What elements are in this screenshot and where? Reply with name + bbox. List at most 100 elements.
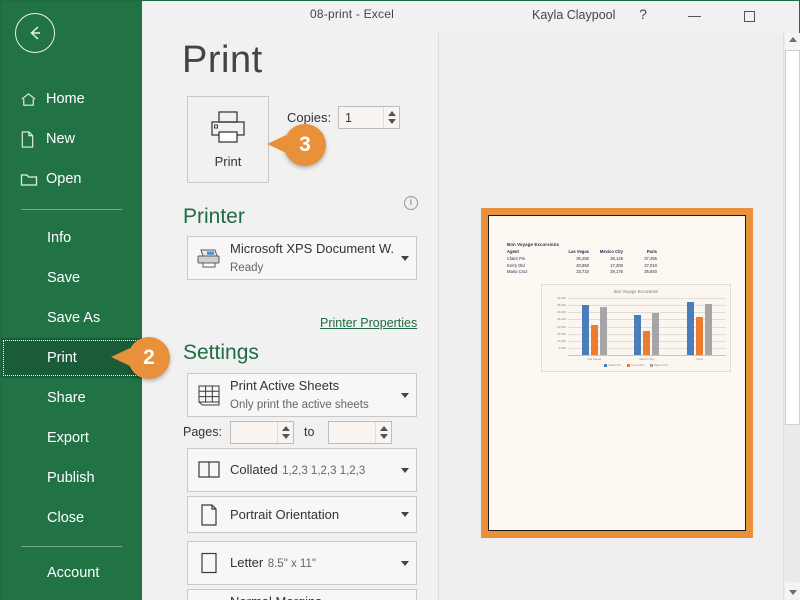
chevron-down-icon[interactable] <box>394 467 416 473</box>
preview-page-sheet: Bon Voyage Excursions Agent Las Vegas Me… <box>488 215 746 531</box>
chart-bar <box>652 313 660 355</box>
scroll-down-icon <box>788 590 797 595</box>
chart-bar-group: Las Vegas <box>571 298 617 361</box>
collation-select[interactable]: Collated 1,2,3 1,2,3 1,2,3 <box>187 448 417 492</box>
print-range-title: Print Active Sheets <box>230 378 340 393</box>
paper-size-select[interactable]: Letter 8.5" x 11" <box>187 541 417 585</box>
preview-page[interactable]: Bon Voyage Excursions Agent Las Vegas Me… <box>481 208 753 538</box>
chevron-down-icon[interactable] <box>394 392 416 398</box>
print-button-label: Print <box>214 154 242 169</box>
window-scrollbar-thumb[interactable] <box>785 50 800 425</box>
printer-select[interactable]: Microsoft XPS Document W... Ready <box>187 236 417 280</box>
pages-from-spin-arrows[interactable] <box>277 422 293 443</box>
callout-number: 3 <box>299 133 311 156</box>
printer-properties-link[interactable]: Printer Properties <box>320 316 417 330</box>
preview-worksheet-content: Bon Voyage Excursions Agent Las Vegas Me… <box>507 242 745 275</box>
chart-y-tick-label: 10,000 <box>557 338 566 343</box>
cell-agent: Mario Cruz <box>507 269 528 275</box>
collation-text: Collated 1,2,3 1,2,3 1,2,3 <box>230 461 394 479</box>
back-button[interactable] <box>15 13 55 53</box>
maximize-button[interactable] <box>727 1 772 31</box>
chart-plot-area: 40,000 35,000 30,000 25,000 20,000 15,000 10,0… <box>557 296 726 361</box>
pages-from-stepper[interactable] <box>230 421 294 444</box>
sidebar-item-new[interactable]: New <box>1 119 142 159</box>
collate-icon <box>188 459 230 481</box>
cell-value: 33,710 <box>576 269 589 275</box>
chart-y-tick-label: 15,000 <box>557 331 566 336</box>
sidebar-item-publish[interactable]: Publish <box>1 458 142 498</box>
print-button[interactable]: Print <box>187 96 269 183</box>
copies-input[interactable] <box>339 107 383 128</box>
chevron-down-icon[interactable] <box>394 560 416 566</box>
collation-title: Collated <box>230 462 278 477</box>
account-user-name[interactable]: Kayla Claypool <box>532 8 615 22</box>
sidebar-item-label: Publish <box>47 470 95 486</box>
printer-icon <box>211 111 245 143</box>
preview-sheet-title: Bon Voyage Excursions <box>507 242 560 247</box>
copies-stepper[interactable] <box>338 106 400 129</box>
copies-spin-arrows[interactable] <box>383 107 399 128</box>
pages-to-spin-arrows[interactable] <box>375 422 391 443</box>
help-icon[interactable]: ? <box>634 6 652 22</box>
window-scrollbar[interactable] <box>783 33 800 599</box>
paper-size-icon <box>188 551 230 575</box>
table-row: Kerry Old 20,850 17,200 27,010 <box>507 262 657 269</box>
printer-name: Microsoft XPS Document W... <box>230 241 394 256</box>
chart-bar <box>643 330 651 355</box>
callout-badge-3: 3 <box>267 124 326 166</box>
orientation-title: Portrait Orientation <box>230 506 340 522</box>
sidebar-divider-top <box>21 209 122 210</box>
printer-info-icon[interactable]: i <box>404 196 418 210</box>
minimize-button[interactable] <box>672 1 717 31</box>
chart-y-tick-label: 5,000 <box>558 345 566 350</box>
close-button[interactable] <box>782 1 800 31</box>
home-icon <box>20 91 46 108</box>
sidebar-item-label: Save As <box>47 310 101 326</box>
chevron-down-icon[interactable] <box>394 255 416 261</box>
window-scroll-down-button[interactable] <box>785 582 800 599</box>
orientation-select[interactable]: Portrait Orientation <box>187 496 417 533</box>
chart-y-tick-label: 30,000 <box>557 310 566 315</box>
new-document-icon <box>20 130 46 148</box>
sidebar-item-close[interactable]: Close <box>1 498 142 538</box>
sidebar-item-account[interactable]: Account <box>1 553 142 593</box>
pages-from-input[interactable] <box>231 422 277 443</box>
spin-up-icon[interactable] <box>387 111 396 116</box>
chevron-down-icon[interactable] <box>394 512 416 517</box>
pages-to-input[interactable] <box>329 422 375 443</box>
spin-up-icon[interactable] <box>281 426 290 431</box>
chart-bar <box>581 304 589 355</box>
sidebar-item-save[interactable]: Save <box>1 258 142 298</box>
window-scroll-up-button[interactable] <box>785 33 800 50</box>
sidebar-item-share[interactable]: Share <box>1 378 142 418</box>
margins-select[interactable]: Normal Margins Left: 0.7" Right: 0.7" <box>187 589 417 600</box>
callout-tail <box>267 135 286 153</box>
chart-bar <box>599 306 607 355</box>
spin-up-icon[interactable] <box>379 426 388 431</box>
chart-legend-swatch <box>626 363 630 367</box>
print-range-select[interactable]: Print Active Sheets Only print the activ… <box>187 373 417 417</box>
cell-value: 28,125 <box>610 256 623 262</box>
table-row: Claire Pin 35,250 28,125 37,455 <box>507 256 657 263</box>
chart-bar-group: Paris <box>676 298 722 361</box>
chart-x-tick-label: Las Vegas <box>587 357 602 361</box>
sheets-grid-icon <box>188 383 230 407</box>
pages-to-stepper[interactable] <box>328 421 392 444</box>
sidebar-item-open[interactable]: Open <box>1 159 142 199</box>
sidebar-item-save-as[interactable]: Save As <box>1 298 142 338</box>
sidebar-item-export[interactable]: Export <box>1 418 142 458</box>
orientation-text: Portrait Orientation <box>230 506 394 524</box>
sidebar-item-home[interactable]: Home <box>1 79 142 119</box>
sidebar-item-label: Info <box>47 230 72 246</box>
sidebar-item-label: Account <box>47 565 100 581</box>
cell-value: 35,250 <box>576 256 589 262</box>
spin-down-icon[interactable] <box>387 119 396 124</box>
printer-heading: Printer <box>183 205 245 228</box>
spin-down-icon[interactable] <box>379 434 388 439</box>
callout-badge-2: 2 <box>111 337 170 379</box>
paper-size-text: Letter 8.5" x 11" <box>230 554 394 572</box>
preview-data-table: Agent Las Vegas Mexico City Paris Claire… <box>507 249 657 275</box>
sidebar-item-info[interactable]: Info <box>1 218 142 258</box>
spin-down-icon[interactable] <box>281 434 290 439</box>
portrait-page-icon <box>188 503 230 527</box>
